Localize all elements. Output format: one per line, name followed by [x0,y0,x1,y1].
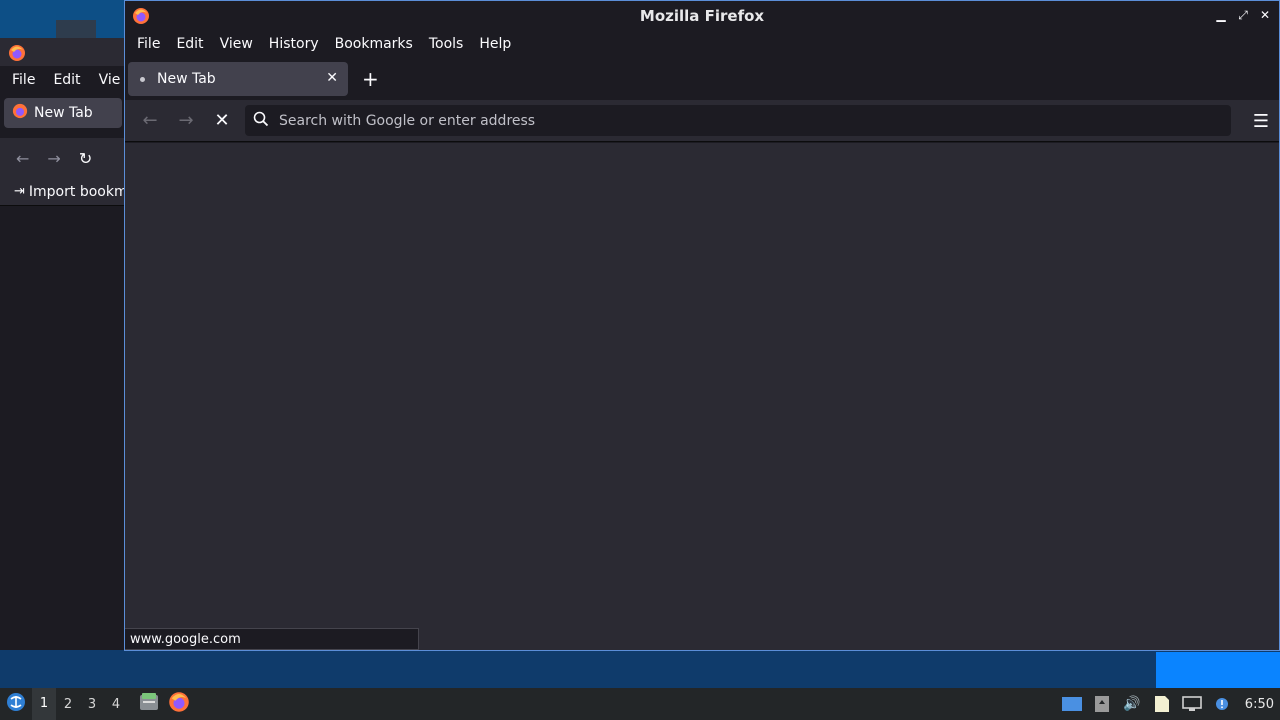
notification-area-highlight [1156,652,1280,688]
tabbar: New Tab ✕ + [125,58,1279,100]
tab-new-tab[interactable]: New Tab ✕ [128,62,348,96]
address-input[interactable] [279,112,1179,129]
bg-tab-new-tab[interactable]: New Tab [4,98,122,128]
back-arrow-icon[interactable]: ← [132,105,168,137]
desktop-background-bottom [0,651,1280,688]
firefox-taskbar-icon [168,691,190,717]
file-manager-icon [139,693,159,715]
bg-menu-file[interactable]: File [6,72,41,88]
background-firefox-window[interactable]: File Edit Vie New Tab ← → ↻ ⇥ Import boo… [0,38,126,650]
workspace-2[interactable]: 2 [56,697,80,712]
workspace-3[interactable]: 3 [80,697,104,712]
workspace-4[interactable]: 4 [104,697,128,712]
network-icon[interactable] [1181,693,1203,715]
reload-icon[interactable]: ↻ [79,149,92,168]
menu-tools[interactable]: Tools [421,36,472,52]
firefox-tab-icon [12,103,28,123]
system-tray: 🔊 6:50 [1061,688,1280,720]
start-menu-icon [6,692,26,716]
update-notification-icon[interactable] [1211,693,1233,715]
tab-loading-indicator [140,76,145,82]
workspace-1[interactable]: 1 [32,688,56,720]
firefox-logo-icon [132,7,150,29]
menu-view[interactable]: View [212,36,261,52]
menu-file[interactable]: File [129,36,168,52]
window-controls: ▁ ⤢ ✕ [1213,7,1273,23]
clipboard-icon[interactable] [1091,693,1113,715]
menu-edit[interactable]: Edit [168,36,211,52]
window-titlebar[interactable]: Mozilla Firefox ▁ ⤢ ✕ [125,1,1279,30]
window-title: Mozilla Firefox [639,6,765,25]
search-icon [253,111,269,131]
minimize-icon[interactable]: ▁ [1213,7,1229,23]
show-desktop-icon[interactable] [1061,693,1083,715]
close-window-icon[interactable]: ✕ [1257,7,1273,23]
maximize-icon[interactable]: ⤢ [1235,7,1251,23]
bg-menu-edit[interactable]: Edit [47,72,86,88]
clock[interactable]: 6:50 [1245,697,1274,712]
firefox-window[interactable]: Mozilla Firefox ▁ ⤢ ✕ File Edit View His… [124,0,1280,651]
bg-tab-label: New Tab [34,105,93,121]
address-bar[interactable] [245,105,1231,136]
stop-loading-icon[interactable]: ✕ [204,105,240,137]
menu-bookmarks[interactable]: Bookmarks [327,36,421,52]
import-icon: ⇥ [14,184,25,199]
navigation-toolbar: ← → ✕ ☰ [125,100,1279,142]
hamburger-menu-icon[interactable]: ☰ [1249,109,1273,133]
firefox-logo-icon [8,44,26,66]
bookmarks-toolbar: ⇥ Import bookm [0,178,126,206]
firefox-launcher[interactable] [164,688,194,720]
background-window-navbar: ← → ↻ [0,138,126,178]
background-window-titlebar[interactable] [0,38,126,66]
bg-menu-view[interactable]: Vie [93,72,126,88]
status-panel: www.google.com [125,628,419,650]
menubar: File Edit View History Bookmarks Tools H… [125,30,1279,58]
page-content[interactable]: www.google.com [125,143,1279,650]
new-tab-plus-icon[interactable]: + [362,67,379,91]
notes-icon[interactable] [1151,693,1173,715]
desktop-background-detail [56,20,96,40]
forward-arrow-icon[interactable]: → [168,105,204,137]
forward-arrow-icon[interactable]: → [47,149,60,168]
tab-label: New Tab [157,71,216,87]
background-window-tabbar: New Tab [0,94,126,138]
start-menu-button[interactable] [0,688,32,720]
volume-icon[interactable]: 🔊 [1121,693,1143,715]
taskbar: 1 2 3 4 🔊 6:50 [0,688,1280,720]
workspace-switcher: 1 2 3 4 [32,688,128,720]
back-arrow-icon[interactable]: ← [16,149,29,168]
status-url: www.google.com [130,631,241,647]
menu-history[interactable]: History [261,36,327,52]
file-manager-launcher[interactable] [134,688,164,720]
close-tab-icon[interactable]: ✕ [326,70,338,86]
background-window-menubar: File Edit Vie [0,66,126,94]
import-bookmarks-link[interactable]: Import bookm [29,184,126,200]
menu-help[interactable]: Help [471,36,519,52]
